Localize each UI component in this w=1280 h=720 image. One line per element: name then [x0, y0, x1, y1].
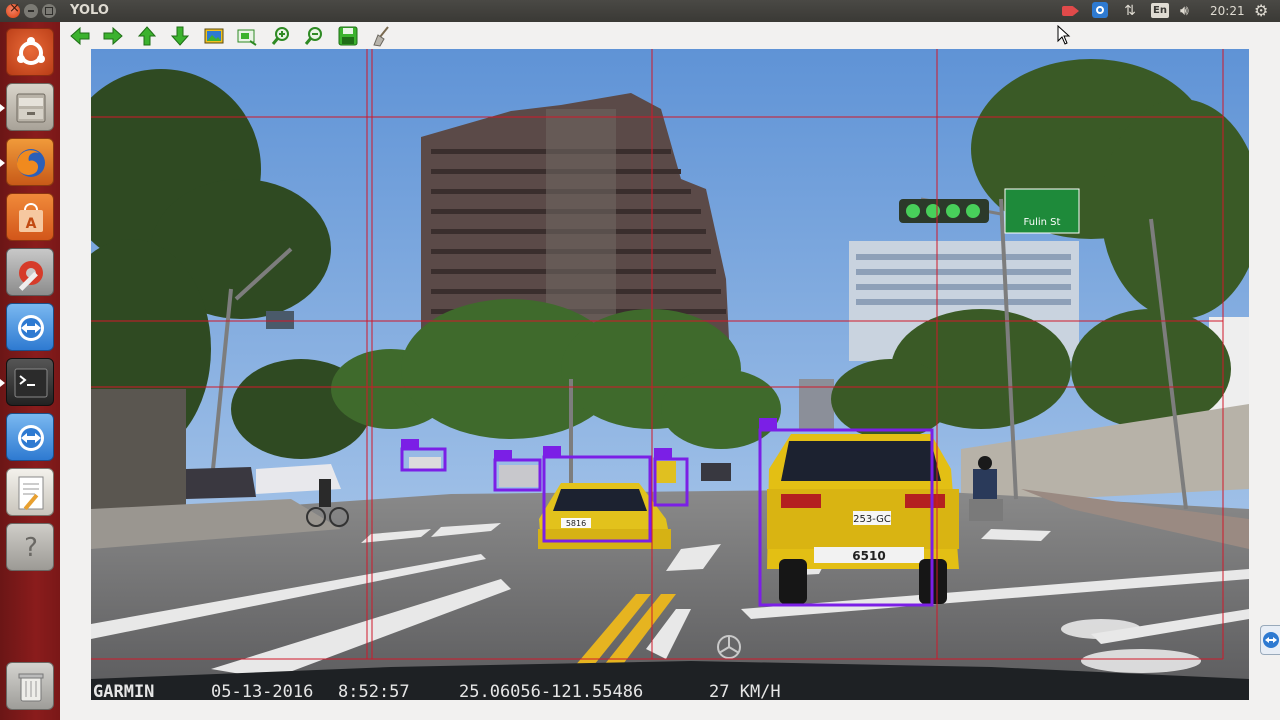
- fit-window-button[interactable]: [236, 25, 258, 47]
- arrow-left-icon: [70, 26, 90, 46]
- left-sign: [266, 311, 294, 329]
- help-icon: ?: [24, 533, 38, 563]
- launcher-terminal[interactable]: [6, 358, 54, 406]
- status-bar: [60, 702, 1280, 720]
- running-indicator: [0, 379, 5, 387]
- launcher-system-settings[interactable]: [6, 248, 54, 296]
- teamviewer-icon[interactable]: [1092, 2, 1108, 18]
- window-title: YOLO: [70, 3, 109, 18]
- zoom-out-icon: [304, 27, 322, 45]
- coordinates-text: 25.06056-121.55486: [459, 682, 643, 700]
- top-panel: YOLO ⇅ En 🔊︎ 20:21 ⚙: [0, 0, 1280, 22]
- trash-icon: [18, 673, 44, 702]
- up-button[interactable]: [136, 25, 158, 47]
- previous-button[interactable]: [69, 25, 91, 47]
- firefox-icon: [17, 149, 45, 177]
- zoom-in-icon: [271, 27, 289, 45]
- record-icon[interactable]: [1062, 2, 1080, 20]
- distant-taxi: [656, 461, 676, 483]
- teamviewer-icon: [18, 425, 44, 451]
- settings-gear-icon[interactable]: ⚙: [1254, 2, 1274, 20]
- running-indicator: [0, 159, 5, 167]
- window-close-button[interactable]: [6, 1, 20, 18]
- launcher: A ?: [0, 22, 60, 720]
- taxi-mid-plate: 5816: [566, 519, 586, 528]
- left-wall: [91, 389, 186, 509]
- volume-icon[interactable]: 🔊︎: [1180, 2, 1200, 20]
- mouse-cursor-icon: [1057, 25, 1071, 45]
- arrow-right-icon: [103, 26, 123, 46]
- next-button[interactable]: [102, 25, 124, 47]
- network-icon[interactable]: ⇅: [1121, 2, 1139, 20]
- zoom-in-button[interactable]: [270, 25, 292, 47]
- window-minimize-button[interactable]: [24, 4, 38, 18]
- launcher-trash[interactable]: [6, 662, 54, 710]
- arrow-up-icon: [137, 26, 157, 46]
- down-button[interactable]: [169, 25, 191, 47]
- teamviewer-icon: [18, 315, 44, 341]
- zoom-out-button[interactable]: [303, 25, 325, 47]
- running-indicator: [0, 104, 5, 112]
- launcher-teamviewer[interactable]: [6, 303, 54, 351]
- clear-button[interactable]: [370, 25, 392, 47]
- ubuntu-logo-icon: [17, 37, 45, 65]
- wrench-gear-icon: [18, 261, 43, 291]
- street-sign-label: Fulin St: [1024, 217, 1061, 228]
- text-editor-icon: [18, 476, 44, 511]
- date-text: 05-13-2016: [211, 682, 313, 700]
- teamviewer-icon: [1263, 632, 1279, 648]
- save-button[interactable]: [337, 25, 359, 47]
- parked-car-dark: [186, 467, 256, 499]
- window-maximize-button[interactable]: [42, 4, 56, 18]
- broom-icon: [373, 26, 389, 47]
- file-cabinet-icon: [16, 93, 46, 123]
- shopping-bag-icon: A: [19, 203, 43, 232]
- time-text: 8:52:57: [338, 682, 410, 700]
- dashcam-frame: Fulin St 5816 253-GC 6510 GARMIN 05-13-2…: [91, 49, 1249, 700]
- terminal-icon: [14, 368, 48, 398]
- teamviewer-side-tab[interactable]: [1260, 625, 1280, 655]
- save-icon: [338, 26, 358, 46]
- svg-text:A: A: [26, 216, 37, 232]
- launcher-ubuntu-dash[interactable]: [6, 28, 54, 76]
- toolbar: [60, 22, 1280, 50]
- fit-window-icon: [237, 29, 257, 46]
- clock[interactable]: 20:21: [1210, 4, 1245, 18]
- keyboard-layout-indicator[interactable]: En: [1151, 3, 1169, 18]
- image-icon: [204, 28, 224, 44]
- launcher-text-editor[interactable]: [6, 468, 54, 516]
- arrow-down-icon: [170, 26, 190, 46]
- launcher-software-center[interactable]: A: [6, 193, 54, 241]
- launcher-help[interactable]: ?: [6, 523, 54, 571]
- speed-text: 27 KM/H: [709, 682, 781, 700]
- taxi-near-rear-number: 6510: [852, 549, 885, 563]
- distant-car: [499, 465, 539, 487]
- launcher-files[interactable]: [6, 83, 54, 131]
- brand-text: GARMIN: [93, 682, 154, 700]
- distant-car: [701, 463, 731, 481]
- detection-image-canvas[interactable]: Fulin St 5816 253-GC 6510 GARMIN 05-13-2…: [91, 49, 1249, 700]
- launcher-firefox[interactable]: [6, 138, 54, 186]
- taxi-near-plate: 253-GC: [853, 514, 891, 525]
- launcher-teamviewer-2[interactable]: [6, 413, 54, 461]
- app-window: Fulin St 5816 253-GC 6510 GARMIN 05-13-2…: [60, 22, 1280, 720]
- open-image-button[interactable]: [203, 25, 225, 47]
